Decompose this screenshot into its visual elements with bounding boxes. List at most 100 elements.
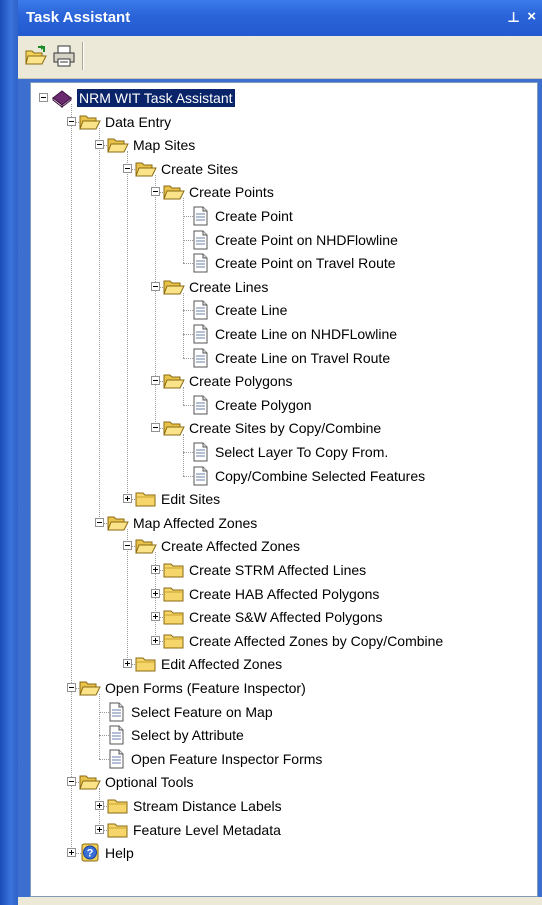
- tree-item-create-polygons[interactable]: Create Polygons: [31, 370, 537, 392]
- tree-item-open-forms-feature-inspector[interactable]: Open Forms (Feature Inspector): [31, 677, 537, 699]
- tree-item-create-s-w-affected-polygons[interactable]: Create S&W Affected Polygons: [31, 606, 537, 628]
- tree-item-label: Map Sites: [133, 137, 196, 154]
- tree-item-label: Create Line on NHDFLowline: [215, 326, 398, 342]
- expand-icon[interactable]: [151, 565, 160, 574]
- expand-icon[interactable]: [151, 635, 160, 645]
- tree-item-label: Help: [105, 845, 134, 862]
- tree-item-create-line-on-travel-route[interactable]: Create Line on Travel Route: [31, 347, 537, 369]
- tree-item-data-entry[interactable]: Data Entry: [31, 111, 537, 133]
- tree-item-map-affected-zones[interactable]: Map Affected Zones: [31, 512, 537, 534]
- tree-item-copy-combine-selected-features[interactable]: Copy/Combine Selected Features: [31, 465, 537, 487]
- help-icon: [79, 843, 101, 863]
- expand-icon[interactable]: [123, 659, 132, 669]
- collapse-icon[interactable]: [39, 93, 48, 102]
- task-assistant-window: Task Assistant ⊥ × NRM WIT Task Assistan…: [0, 0, 542, 905]
- tree-item-create-point[interactable]: Create Point: [31, 205, 537, 227]
- document-icon: [105, 725, 127, 745]
- tree-item-select-by-attribute[interactable]: Select by Attribute: [31, 724, 537, 746]
- tree-item-label: Create Point on Travel Route: [215, 255, 396, 272]
- toolbar: [18, 36, 542, 79]
- folder-closed-icon: [163, 584, 185, 604]
- tree-item-select-feature-on-map[interactable]: Select Feature on Map: [31, 701, 537, 723]
- tree-item-label: Create Point on NHDFlowline: [215, 231, 398, 248]
- toolbar-separator: [82, 42, 84, 70]
- tree-view[interactable]: NRM WIT Task Assistant Data Entry Map Site…: [30, 82, 538, 897]
- folder-closed-icon: [163, 631, 185, 651]
- document-icon: [189, 395, 211, 415]
- folder-open-icon: [79, 112, 101, 132]
- collapse-icon[interactable]: [123, 541, 132, 551]
- task-tree: NRM WIT Task Assistant Data Entry Map Site…: [31, 83, 537, 896]
- tree-item-optional-tools[interactable]: Optional Tools: [31, 771, 537, 793]
- collapse-icon[interactable]: [123, 163, 132, 173]
- folder-open-icon: [163, 371, 185, 391]
- expand-icon[interactable]: [151, 588, 160, 598]
- tree-item-edit-affected-zones[interactable]: Edit Affected Zones: [31, 653, 537, 675]
- tree-item-create-hab-affected-polygons[interactable]: Create HAB Affected Polygons: [31, 583, 537, 605]
- expand-icon[interactable]: [67, 848, 76, 858]
- expand-icon[interactable]: [123, 494, 132, 504]
- document-icon: [189, 253, 211, 273]
- tree-item-label: Create Line: [215, 302, 288, 319]
- tree-item-nrm-wit-task-assistant[interactable]: NRM WIT Task Assistant: [31, 87, 537, 109]
- tree-item-map-sites[interactable]: Map Sites: [31, 134, 537, 156]
- tree-item-create-line-on-nhdflowline[interactable]: Create Line on NHDFLowline: [31, 323, 537, 345]
- tree-item-label: Select Layer To Copy From.: [215, 444, 389, 460]
- tree-item-edit-sites[interactable]: Edit Sites: [31, 488, 537, 510]
- tree-item-label: Stream Distance Labels: [133, 798, 282, 814]
- close-icon[interactable]: ×: [527, 8, 536, 25]
- collapse-icon[interactable]: [67, 116, 76, 126]
- folder-closed-icon: [135, 489, 157, 509]
- tree-item-label: Copy/Combine Selected Features: [215, 467, 426, 484]
- tree-item-label: Create Affected Zones: [161, 538, 301, 555]
- tree-item-label: Create Sites by Copy/Combine: [189, 420, 382, 437]
- tree-item-create-line[interactable]: Create Line: [31, 299, 537, 321]
- document-icon: [105, 749, 127, 769]
- collapse-icon[interactable]: [151, 281, 160, 291]
- tree-item-select-layer-to-copy-from[interactable]: Select Layer To Copy From.: [31, 441, 537, 463]
- tree-item-create-points[interactable]: Create Points: [31, 181, 537, 203]
- folder-open-icon: [163, 277, 185, 297]
- open-folder-icon[interactable]: [24, 44, 48, 68]
- tree-item-create-polygon[interactable]: Create Polygon: [31, 394, 537, 416]
- collapse-icon[interactable]: [151, 187, 160, 197]
- tree-item-create-point-on-nhdflowline[interactable]: Create Point on NHDFlowline: [31, 229, 537, 251]
- tree-item-stream-distance-labels[interactable]: Stream Distance Labels: [31, 795, 537, 817]
- print-icon[interactable]: [52, 44, 76, 68]
- tree-item-create-sites[interactable]: Create Sites: [31, 158, 537, 180]
- collapse-icon[interactable]: [151, 376, 160, 386]
- tree-item-create-strm-affected-lines[interactable]: Create STRM Affected Lines: [31, 559, 537, 581]
- tree-item-create-sites-by-copy-combine[interactable]: Create Sites by Copy/Combine: [31, 417, 537, 439]
- tree-item-label: Create Polygons: [189, 373, 293, 390]
- tree-item-label: Create S&W Affected Polygons: [189, 609, 383, 626]
- collapse-icon[interactable]: [95, 140, 104, 150]
- tree-item-create-affected-zones[interactable]: Create Affected Zones: [31, 535, 537, 557]
- pin-icon[interactable]: ⊥: [507, 9, 520, 26]
- collapse-icon[interactable]: [67, 777, 76, 787]
- document-icon: [189, 230, 211, 250]
- document-icon: [189, 206, 211, 226]
- expand-icon[interactable]: [151, 612, 160, 622]
- tree-item-help[interactable]: Help: [31, 842, 537, 864]
- tree-item-label: Create Line on Travel Route: [215, 349, 391, 366]
- pane-bottom-edge: [18, 897, 542, 905]
- document-icon: [189, 324, 211, 344]
- tree-item-feature-level-metadata[interactable]: Feature Level Metadata: [31, 819, 537, 841]
- title-bar: Task Assistant ⊥ ×: [18, 0, 542, 36]
- tree-item-create-lines[interactable]: Create Lines: [31, 276, 537, 298]
- collapse-icon[interactable]: [95, 517, 104, 527]
- collapse-icon[interactable]: [151, 423, 160, 433]
- expand-icon[interactable]: [95, 801, 104, 810]
- window-title: Task Assistant: [26, 9, 131, 26]
- expand-icon[interactable]: [95, 824, 104, 834]
- tree-item-open-feature-inspector-forms[interactable]: Open Feature Inspector Forms: [31, 748, 537, 770]
- tree-item-label: Create Polygon: [215, 396, 312, 413]
- tree-item-create-affected-zones-by-copy-combine[interactable]: Create Affected Zones by Copy/Combine: [31, 630, 537, 652]
- folder-open-icon: [79, 678, 101, 698]
- tree-item-label: Map Affected Zones: [133, 514, 258, 531]
- collapse-icon[interactable]: [67, 683, 76, 692]
- folder-closed-icon: [135, 654, 157, 674]
- tree-item-create-point-on-travel-route[interactable]: Create Point on Travel Route: [31, 252, 537, 274]
- folder-open-icon: [79, 772, 101, 792]
- tree-item-label: Create HAB Affected Polygons: [189, 585, 380, 602]
